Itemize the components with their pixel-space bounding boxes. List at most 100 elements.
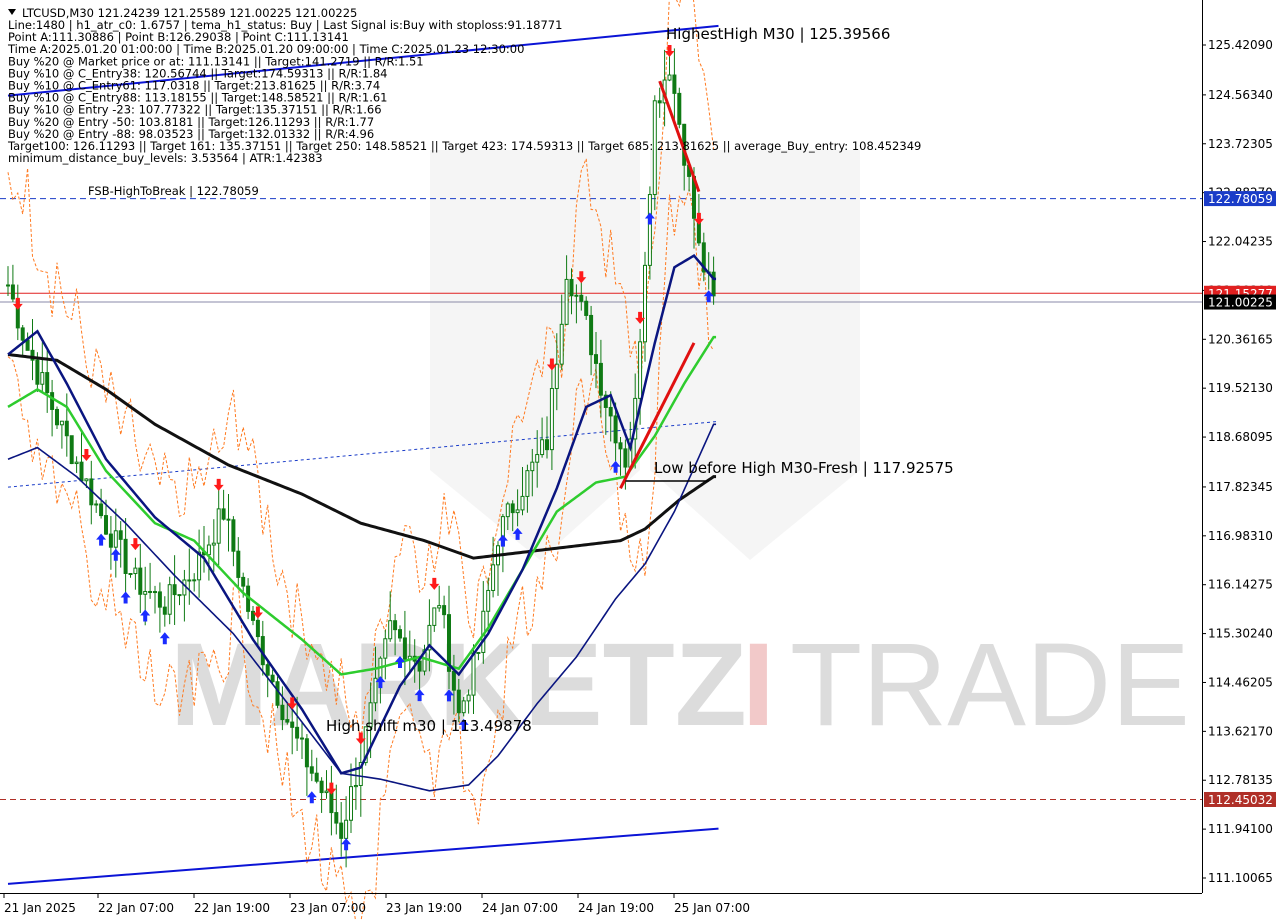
candle-body — [579, 294, 584, 302]
candle-body — [148, 590, 153, 593]
candle-body — [456, 689, 461, 714]
candle-body — [530, 461, 535, 472]
candle-body — [10, 284, 15, 300]
candle-body — [344, 819, 349, 839]
candle-body — [99, 503, 104, 517]
candle-body — [118, 530, 123, 540]
candle-body — [339, 822, 344, 839]
trend-line-channel_lower — [7, 827, 719, 885]
buy-arrow-icon — [140, 609, 151, 622]
candle-body — [69, 435, 74, 465]
candle-body — [285, 719, 290, 723]
candle-body — [442, 605, 447, 616]
candle-body — [187, 579, 192, 582]
candle-body — [554, 363, 559, 390]
candle-body — [383, 638, 388, 659]
candle-body — [540, 439, 545, 456]
candle-body — [104, 515, 108, 535]
buy-arrow-icon — [110, 548, 121, 561]
candle-body — [143, 590, 148, 595]
candle-body — [525, 470, 530, 497]
candle-body — [157, 591, 162, 608]
candle-body — [314, 772, 319, 782]
candle-body — [643, 264, 647, 343]
candle-body — [241, 576, 246, 587]
candle-body — [6, 284, 10, 287]
candle-body — [510, 503, 515, 514]
y-tick-label: 125.42090 — [1208, 38, 1273, 52]
x-tick-label: 22 Jan 19:00 — [194, 901, 270, 915]
buy-arrow-icon — [306, 791, 317, 804]
price-axis[interactable]: 125.42090124.56340123.72305122.88270122.… — [1202, 38, 1273, 885]
candle-body — [589, 314, 594, 356]
candle-body — [432, 607, 437, 626]
candle-body — [167, 584, 172, 615]
sell-arrow-icon — [12, 297, 23, 310]
candle-body — [255, 619, 260, 638]
buy-arrow-icon — [120, 591, 131, 604]
candle-body — [451, 670, 456, 691]
y-tick-label: 116.98310 — [1208, 529, 1273, 543]
candle-body — [569, 278, 574, 297]
x-tick-label: 24 Jan 07:00 — [482, 901, 558, 915]
candle-body — [162, 606, 167, 615]
collapse-triangle-icon — [8, 9, 16, 15]
candle-body — [398, 629, 402, 639]
candle-body — [437, 605, 442, 609]
candle-body — [677, 92, 682, 125]
candle-body — [20, 327, 25, 341]
candle-body — [236, 550, 241, 578]
buy-arrow-icon — [96, 533, 107, 546]
candle-body — [275, 681, 280, 706]
candle-body — [192, 579, 197, 582]
candle-body — [290, 721, 295, 728]
buy-arrow-icon — [341, 838, 352, 851]
candle-body — [280, 704, 285, 721]
y-tick-label: 117.82345 — [1208, 480, 1273, 494]
buy-arrow-icon — [497, 534, 508, 547]
candle-body — [304, 738, 309, 768]
x-tick-label: 24 Jan 19:00 — [578, 901, 654, 915]
candle-body — [618, 442, 623, 450]
candle-body — [59, 420, 64, 426]
x-tick-label: 21 Jan 2025 — [4, 901, 76, 915]
candle-body — [138, 567, 143, 595]
price-badge-text: 121.00225 — [1208, 296, 1273, 310]
candle-body — [647, 194, 652, 266]
sell-arrow-icon — [429, 577, 440, 590]
candle-body — [505, 503, 510, 518]
y-tick-label: 111.10065 — [1208, 871, 1273, 885]
candle-body — [564, 278, 569, 325]
time-axis[interactable]: 21 Jan 2025 22 Jan 07:00 22 Jan 19:00 23 Ja… — [3, 893, 750, 915]
fsb-label: FSB-HighToBreak | 122.78059 — [88, 184, 259, 198]
candle-body — [584, 300, 589, 316]
candle-body — [491, 564, 496, 591]
candle-body — [153, 591, 157, 594]
candle-body — [79, 461, 84, 482]
candle-body — [417, 660, 422, 672]
candle-body — [74, 461, 79, 465]
x-tick-label: 25 Jan 07:00 — [674, 901, 750, 915]
candle-body — [638, 341, 643, 399]
candle-body — [667, 74, 672, 81]
candle-body — [476, 651, 481, 654]
candle-body — [574, 294, 579, 297]
candle-body — [177, 594, 182, 597]
candle-body — [623, 448, 628, 468]
candle-body — [300, 737, 304, 740]
high-shift-label: High shift m30 | 113.49878 — [326, 717, 532, 735]
y-tick-label: 113.62170 — [1208, 724, 1273, 738]
candle-body — [94, 503, 99, 506]
candle-body — [549, 388, 554, 451]
candle-body — [40, 372, 45, 385]
price-chart[interactable]: MARKETZ I TRADE LTCUSD,M30 121.24239 121… — [0, 0, 1280, 920]
candle-body — [216, 508, 221, 544]
chart-window: MARKETZ I TRADE LTCUSD,M30 121.24239 121… — [0, 0, 1280, 920]
candle-body — [64, 420, 69, 437]
candle-body — [295, 726, 300, 739]
candle-body — [349, 786, 353, 821]
y-tick-label: 119.52130 — [1208, 381, 1273, 395]
candle-body — [324, 790, 329, 794]
y-tick-label: 123.72305 — [1208, 137, 1273, 151]
highest-high-label: HighestHigh M30 | 125.39566 — [666, 25, 890, 43]
